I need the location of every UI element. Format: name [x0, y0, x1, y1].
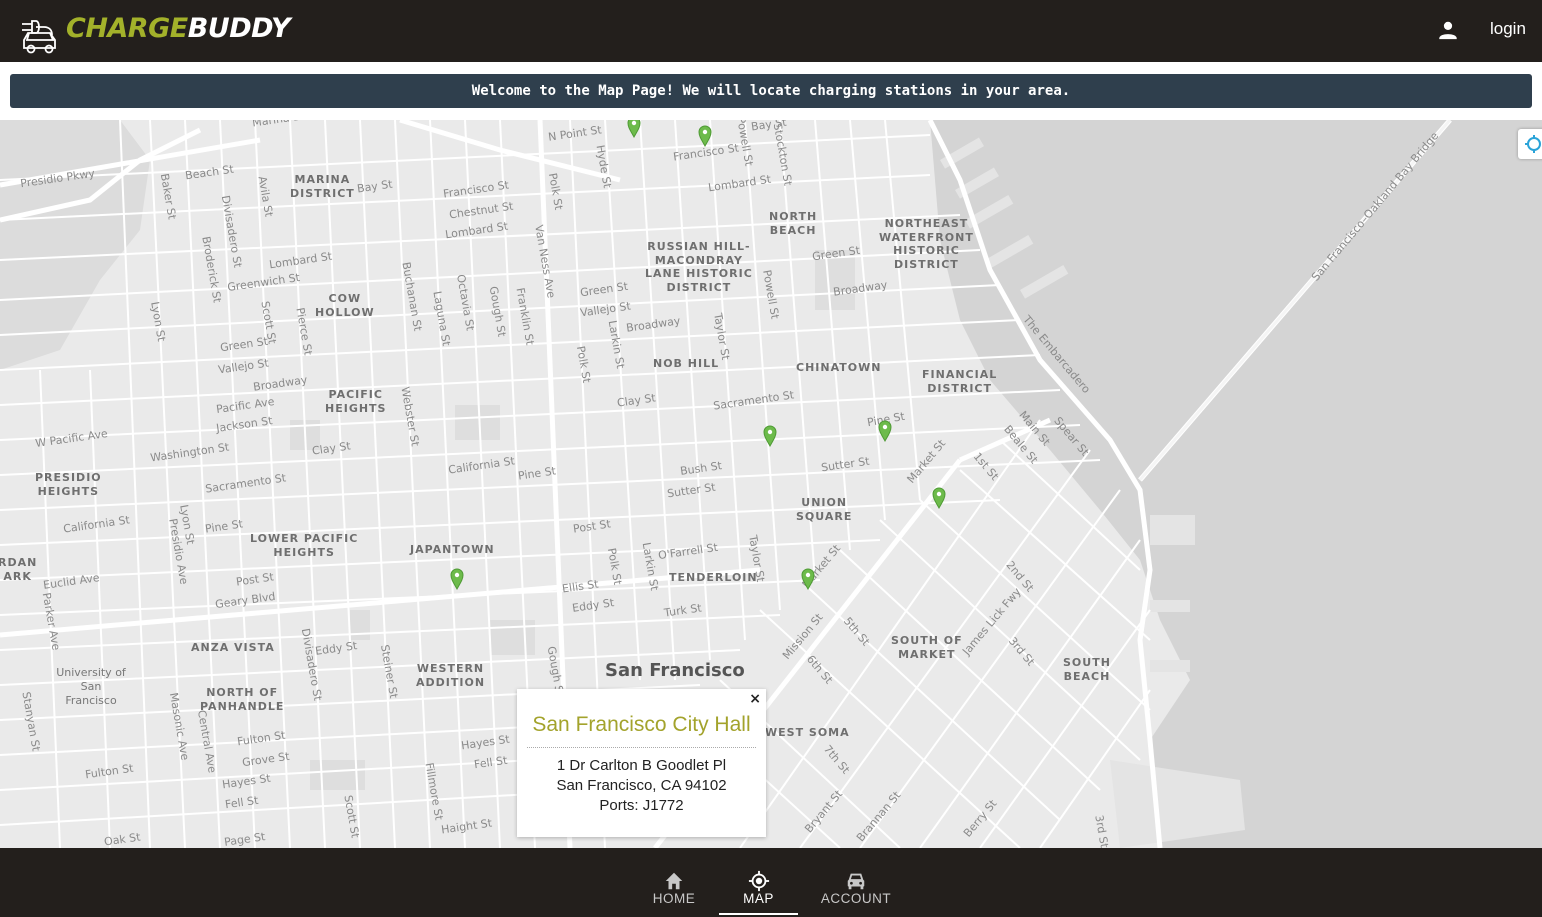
district-label: PACIFIC HEIGHTS [325, 388, 387, 415]
station-popup: × San Francisco City Hall 1 Dr Carlton B… [517, 689, 766, 837]
district-label: LOWER PACIFIC HEIGHTS [250, 532, 359, 559]
city-label: San Francisco [605, 660, 745, 681]
charging-station-marker[interactable] [698, 125, 712, 147]
district-label: SOUTH BEACH [1063, 656, 1111, 683]
nav-account-label: ACCOUNT [820, 891, 892, 906]
charging-station-marker[interactable] [450, 568, 464, 590]
popup-close-button[interactable]: × [749, 691, 761, 707]
district-label: PRESIDIO HEIGHTS [35, 471, 102, 498]
car-icon [847, 873, 865, 890]
nav-home-label: HOME [652, 891, 696, 906]
nav-account[interactable]: ACCOUNT [815, 848, 897, 917]
district-label: MARINA DISTRICT [290, 173, 355, 200]
map-view[interactable]: MARINA DISTRICT COW HOLLOW PACIFIC HEIGHTS … [0, 120, 1542, 848]
charging-station-marker[interactable] [932, 487, 946, 509]
nav-home[interactable]: HOME [642, 848, 706, 917]
charging-station-marker[interactable] [801, 568, 815, 590]
popup-address-line1: 1 Dr Carlton B Goodlet Pl [556, 757, 727, 774]
logo-text: CHARGEBUDDY [66, 13, 291, 44]
district-label: FINANCIAL DISTRICT [922, 368, 998, 395]
popup-address-line2: San Francisco, CA 94102 [556, 777, 727, 794]
district-label: RUSSIAN HILL- MACONDRAY LANE HISTORIC DISTR… [645, 240, 753, 294]
logo-charge: CHARGE [66, 13, 188, 44]
active-tab-indicator [719, 913, 798, 915]
charging-station-marker[interactable] [763, 425, 777, 447]
popup-ports: Ports: J1772 [599, 797, 684, 814]
district-label: NOB HILL [653, 357, 720, 370]
district-label: CHINATOWN [796, 361, 882, 374]
university-label: University of San Francisco [56, 666, 126, 707]
district-label: WESTERN ADDITION [416, 662, 486, 689]
locate-icon [748, 870, 769, 892]
popup-title: San Francisco City Hall [532, 713, 751, 736]
district-label: NORTH BEACH [769, 210, 818, 237]
login-link[interactable]: login [1490, 19, 1526, 39]
bottom-navbar: HOME MAP ACCOUNT [0, 848, 1542, 917]
user-icon[interactable] [1437, 19, 1459, 41]
home-icon [665, 872, 683, 890]
popup-divider [527, 747, 756, 748]
district-label: UNION SQUARE [796, 496, 853, 523]
district-label: COW HOLLOW [315, 292, 375, 319]
district-label: ANZA VISTA [191, 641, 275, 654]
district-label: NORTH OF PANHANDLE [200, 686, 285, 713]
nav-map-label: MAP [743, 891, 774, 906]
crosshair-icon [1525, 135, 1541, 153]
charging-station-marker[interactable] [878, 420, 892, 442]
locate-me-button[interactable] [1518, 129, 1542, 159]
welcome-banner: Welcome to the Map Page! We will locate … [10, 74, 1532, 108]
district-label: JAPANTOWN [410, 543, 495, 556]
district-label: WEST SOMA [765, 726, 850, 739]
district-label: SOUTH OF MARKET [891, 634, 963, 661]
chargebuddy-logo[interactable]: CHARGEBUDDY [18, 10, 291, 54]
car-plug-icon [22, 20, 56, 54]
charging-station-marker[interactable] [627, 120, 641, 138]
district-label: NORTHEAST WATERFRONT HISTORIC DISTRICT [879, 217, 974, 271]
district-label: TENDERLOIN [669, 571, 758, 584]
district-label: RDAN ARK [0, 556, 38, 583]
logo-buddy: BUDDY [187, 13, 291, 44]
top-navbar: CHARGEBUDDY login [0, 0, 1542, 62]
nav-map[interactable]: MAP [719, 848, 798, 917]
